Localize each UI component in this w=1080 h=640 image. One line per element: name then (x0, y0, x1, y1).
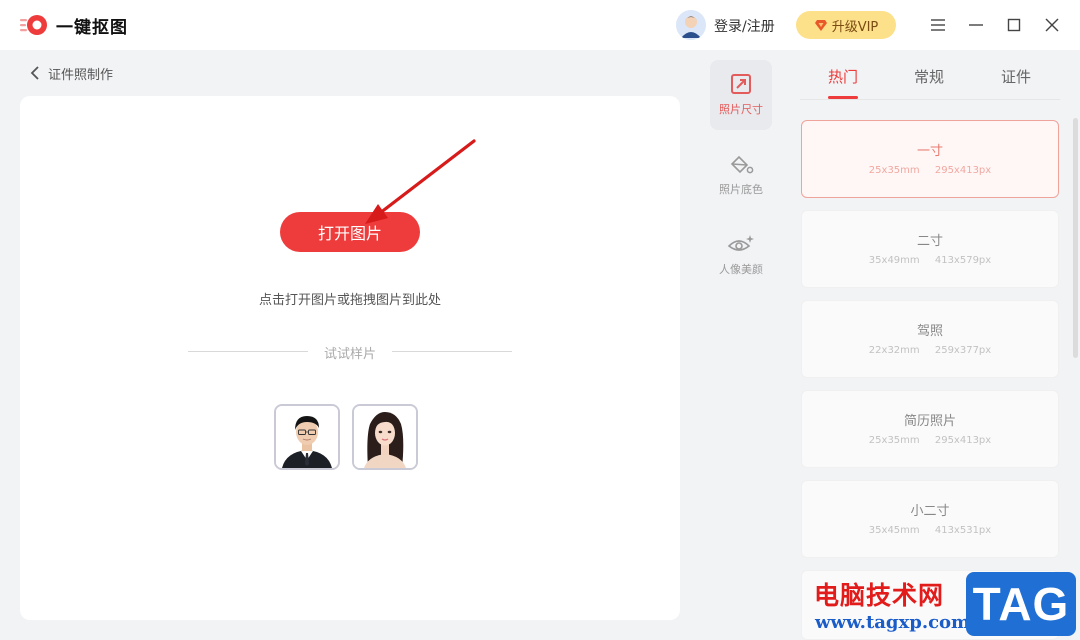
close-button[interactable] (1040, 13, 1064, 37)
size-option-small-2-inch[interactable]: 小二寸 35x45mm 413x531px (801, 480, 1059, 558)
upgrade-vip-button[interactable]: 升级VIP (796, 11, 896, 39)
resize-icon (731, 74, 751, 94)
title-bar: 一键抠图 登录/注册 升级VIP (0, 0, 1080, 50)
size-list-scrollbar[interactable] (1073, 118, 1078, 358)
watermark-tag-logo: TAG (966, 572, 1076, 636)
size-dimensions: 35x49mm 413x579px (868, 255, 992, 266)
size-option-1-inch[interactable]: 一寸 25x35mm 295x413px (801, 120, 1059, 198)
tool-sidebar: 照片尺寸 照片底色 人像美颜 (701, 50, 781, 640)
tool-photo-size-label: 照片尺寸 (719, 103, 763, 116)
chevron-left-icon (30, 66, 39, 80)
eye-sparkle-icon (727, 235, 754, 251)
tool-photo-size[interactable]: 照片尺寸 (710, 60, 772, 130)
open-image-button[interactable]: 打开图片 (280, 212, 420, 252)
watermark-url: www.tagxp.com (815, 612, 971, 633)
tab-id-document[interactable]: 证件 (1001, 66, 1031, 87)
size-option-resume-photo[interactable]: 简历照片 25x35mm 295x413px (801, 390, 1059, 468)
page-title: 证件照制作 (48, 67, 114, 83)
tool-photo-background-label: 照片底色 (719, 183, 763, 196)
menu-icon (931, 19, 945, 31)
try-samples-label: 试试样片 (323, 347, 376, 362)
menu-button[interactable] (926, 13, 950, 37)
size-name: 二寸 (916, 234, 943, 249)
size-name: 小二寸 (910, 504, 950, 519)
maximize-icon (1007, 18, 1021, 32)
divider-right (392, 351, 512, 352)
size-dimensions: 22x32mm 259x377px (868, 345, 992, 356)
active-tab-indicator (828, 96, 858, 99)
minimize-icon (969, 24, 983, 26)
divider-left (188, 351, 308, 352)
app-title: 一键抠图 (56, 18, 128, 38)
vip-gem-icon (814, 20, 827, 31)
user-avatar[interactable] (676, 10, 706, 40)
size-category-tabs: 热门 常规 证件 (800, 60, 1060, 100)
size-dimensions: 25x35mm 295x413px (868, 165, 992, 176)
female-portrait-image (354, 406, 416, 468)
back-button[interactable]: 证件照制作 (30, 62, 113, 84)
close-icon (1045, 18, 1059, 32)
minimize-button[interactable] (964, 13, 988, 37)
size-dimensions: 25x35mm 295x413px (868, 435, 992, 446)
male-portrait-image (276, 406, 338, 468)
tab-popular[interactable]: 热门 (828, 66, 858, 87)
size-name: 简历照片 (903, 414, 956, 429)
upgrade-vip-label: 升级VIP (831, 19, 879, 35)
paint-bucket-icon (730, 155, 754, 174)
watermark-text: 电脑技术网 (814, 581, 945, 610)
tab-regular[interactable]: 常规 (914, 66, 944, 87)
size-dimensions: 35x45mm 413x531px (868, 525, 992, 536)
size-option-2-inch[interactable]: 二寸 35x49mm 413x579px (801, 210, 1059, 288)
tool-portrait-beauty-label: 人像美颜 (719, 263, 763, 276)
tool-photo-background[interactable]: 照片底色 (710, 140, 772, 210)
maximize-button[interactable] (1002, 13, 1026, 37)
size-name: 驾照 (916, 324, 943, 339)
size-name: 一寸 (916, 144, 943, 159)
app-logo-icon (20, 15, 47, 35)
sample-photo-female[interactable] (352, 404, 418, 470)
drop-hint-text: 点击打开图片或拖拽图片到此处 (258, 293, 441, 308)
size-option-driver-license[interactable]: 驾照 22x32mm 259x377px (801, 300, 1059, 378)
sample-photo-male[interactable] (274, 404, 340, 470)
login-register-link[interactable]: 登录/注册 (714, 16, 775, 36)
tool-portrait-beauty[interactable]: 人像美颜 (710, 220, 772, 290)
user-avatar-icon (676, 10, 706, 40)
